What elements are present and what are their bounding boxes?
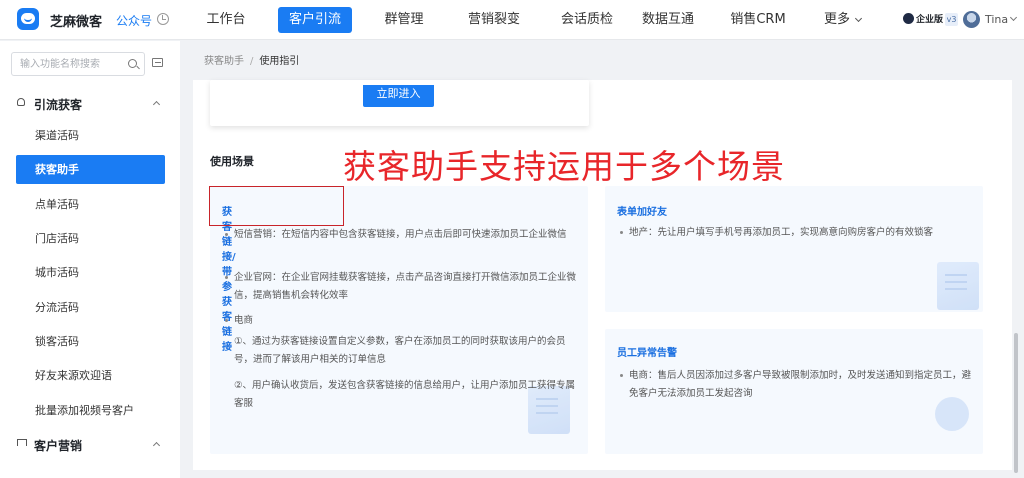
nav-data-interop[interactable]: 数据互通 xyxy=(642,7,694,33)
breadcrumb-separator: / xyxy=(250,56,254,67)
nav-session-inspection[interactable]: 会话质检 xyxy=(555,7,619,33)
enter-now-button[interactable]: 立即进入 xyxy=(363,85,434,107)
nav-workbench[interactable]: 工作台 xyxy=(198,7,254,33)
breadcrumb-parent[interactable]: 获客助手 xyxy=(204,56,244,67)
scenario-card-alert: 员工异常告警 电商：售后人员因添加过多客户导致被限制添加时，及时发送通知到指定员… xyxy=(605,329,983,454)
version-badge: v3 xyxy=(945,13,958,26)
top-navigation-bar: 芝麻微客 公众号 工作台 客户引流 群管理 营销裂变 会话质检 数据互通 销售C… xyxy=(0,0,1024,40)
search-input[interactable] xyxy=(20,56,125,72)
nav-customer-acquisition[interactable]: 客户引流 xyxy=(278,7,352,33)
sidebar-group-label: 客户营销 xyxy=(34,439,83,453)
bullet-dot-icon xyxy=(620,231,623,234)
breadcrumb-current: 使用指引 xyxy=(259,56,300,67)
nav-sales-crm[interactable]: 销售CRM xyxy=(728,7,788,33)
highlight-annotation-box xyxy=(209,186,344,226)
sidebar-group-label: 引流获客 xyxy=(34,98,83,112)
account-type-link[interactable]: 公众号 xyxy=(116,12,152,29)
avatar[interactable] xyxy=(963,11,980,28)
chat-bubble-logo-icon[interactable] xyxy=(17,8,39,30)
edition-badge[interactable]: 企业版 xyxy=(903,13,943,27)
user-menu-chevron-icon[interactable] xyxy=(1009,13,1018,22)
sidebar-group-customer-marketing[interactable]: 客户营销 xyxy=(0,434,180,456)
bubble-decoration-icon xyxy=(935,397,969,431)
bullet-item: 电商：售后人员因添加过多客户导致被限制添加时，及时发送通知到指定员工，避免客户无… xyxy=(620,367,979,403)
bullet-dot-icon xyxy=(225,319,228,322)
menu-toggle-icon[interactable] xyxy=(152,58,163,67)
sidebar-item-split-qrcode[interactable]: 分流活码 xyxy=(16,293,165,322)
sidebar-item-order-qrcode[interactable]: 点单活码 xyxy=(16,190,165,219)
bullet-item: 短信营销：在短信内容中包含获客链接，用户点击后即可快速添加员工企业微信 xyxy=(225,226,586,244)
bullet-text: 企业官网：在企业官网挂载获客链接，点击产品咨询直接打开微信添加员工企业微信，提高… xyxy=(234,272,577,301)
sidebar-item-acquisition-assistant[interactable]: 获客助手 xyxy=(16,155,165,184)
search-icon[interactable] xyxy=(128,59,137,68)
sidebar-item-welcome-message[interactable]: 好友来源欢迎语 xyxy=(16,361,165,390)
chevron-down-icon[interactable] xyxy=(854,14,863,23)
user-add-icon xyxy=(17,98,25,106)
sub-item: ②、用户确认收货后，发送包含获客链接的信息给用户，让用户添加员工获得专属客服 xyxy=(234,380,576,409)
scenario-card-form: 表单加好友 地产：先让用户填写手机号再添加员工，实现高意向购房客户的有效锁客 xyxy=(605,186,983,312)
bullet-dot-icon xyxy=(225,276,228,279)
bullet-text: 短信营销：在短信内容中包含获客链接，用户点击后即可快速添加员工企业微信 xyxy=(234,229,567,240)
chevron-up-icon[interactable] xyxy=(152,100,161,109)
scrollbar[interactable] xyxy=(1014,333,1018,473)
nav-more[interactable]: 更多 xyxy=(822,7,852,33)
overlay-caption: 获客助手支持运用于多个场景 xyxy=(343,147,785,186)
nav-marketing-fission[interactable]: 营销裂变 xyxy=(464,7,524,33)
breadcrumb: 获客助手 / 使用指引 xyxy=(204,52,299,67)
sidebar-search xyxy=(11,52,145,76)
sidebar-item-channel-qrcode[interactable]: 渠道活码 xyxy=(16,121,165,150)
document-decoration-icon xyxy=(937,262,979,310)
app-name[interactable]: 芝麻微客 xyxy=(50,11,102,30)
bullet-dot-icon xyxy=(225,233,228,236)
card-title: 表单加好友 xyxy=(617,207,667,218)
bullet-item: 地产：先让用户填写手机号再添加员工，实现高意向购房客户的有效锁客 xyxy=(620,224,979,242)
sub-item: ①、通过为获客链接设置自定义参数，客户在添加员工的同时获取该用户的会员号，进而了… xyxy=(234,336,566,365)
sidebar-item-store-qrcode[interactable]: 门店活码 xyxy=(16,224,165,253)
section-title: 使用场景 xyxy=(210,155,254,168)
card-title: 员工异常告警 xyxy=(617,348,677,359)
sidebar-item-lock-qrcode[interactable]: 锁客活码 xyxy=(16,327,165,356)
sidebar: 引流获客 渠道活码 获客助手 点单活码 门店活码 城市活码 分流活码 锁客活码 … xyxy=(0,41,180,478)
chevron-up-icon[interactable] xyxy=(152,441,161,450)
bookmark-icon xyxy=(17,439,27,446)
bullet-dot-icon xyxy=(620,374,623,377)
edition-label: 企业版 xyxy=(916,15,944,25)
history-icon[interactable] xyxy=(157,13,169,25)
edition-logo-icon xyxy=(903,13,914,24)
bullet-text: 地产：先让用户填写手机号再添加员工，实现高意向购房客户的有效锁客 xyxy=(629,227,934,238)
bullet-text: 电商 xyxy=(234,315,254,326)
sidebar-group-lead-acquisition[interactable]: 引流获客 xyxy=(0,93,180,115)
sidebar-item-video-customers[interactable]: 批量添加视频号客户 xyxy=(16,396,165,425)
bullet-text: 电商：售后人员因添加过多客户导致被限制添加时，及时发送通知到指定员工，避免客户无… xyxy=(629,370,972,399)
sidebar-item-city-qrcode[interactable]: 城市活码 xyxy=(16,258,165,287)
nav-group-management[interactable]: 群管理 xyxy=(376,7,432,33)
bullet-item: 电商 xyxy=(225,312,586,330)
bullet-item: 企业官网：在企业官网挂载获客链接，点击产品咨询直接打开微信添加员工企业微信，提高… xyxy=(225,269,586,305)
user-name[interactable]: Tina xyxy=(985,13,1008,26)
